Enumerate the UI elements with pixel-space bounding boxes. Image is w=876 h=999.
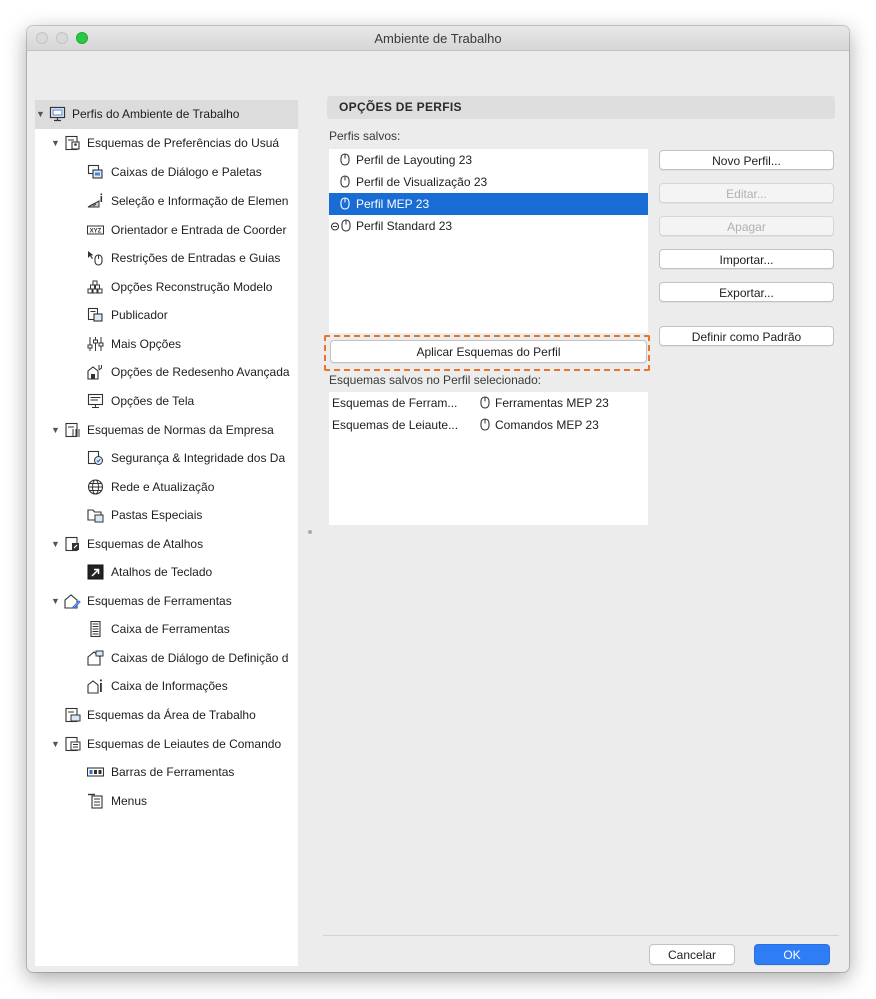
profile-name: Perfil MEP 23 [356, 197, 430, 211]
saved-profiles-label: Perfis salvos: [329, 129, 401, 143]
expand-triangle-icon[interactable]: ▼ [51, 591, 61, 611]
profile-name: Perfil de Layouting 23 [356, 153, 473, 167]
keyboard-shortcut-icon [87, 564, 104, 580]
scheme-value: Ferramentas MEP 23 [495, 396, 609, 410]
rebuild-model-icon [87, 280, 103, 294]
tree-item-label: Esquemas da Área de Trabalho [87, 708, 256, 722]
tree-item-label: Opções de Tela [111, 394, 195, 408]
scheme-type: Esquemas de Leiaute... [332, 418, 459, 432]
tree-item-label: Esquemas de Preferências do Usuá [87, 136, 280, 150]
tree-item-label: Segurança & Integridade dos Da [111, 451, 286, 465]
tree-item-label: Perfis do Ambiente de Trabalho [72, 107, 240, 121]
redraw-icon [87, 365, 102, 380]
delete-profile-button[interactable]: Apagar [659, 216, 834, 236]
tree-item-label: Opções Reconstrução Modelo [111, 280, 273, 294]
toolbar-icon [87, 767, 104, 777]
profile-name: Perfil Standard 23 [356, 219, 453, 233]
scheme-type: Esquemas de Ferram... [332, 396, 458, 410]
tree-item-label: Esquemas de Normas da Empresa [87, 423, 274, 437]
cancel-button[interactable]: Cancelar [649, 944, 735, 965]
tree-item-label: Rede e Atualização [111, 480, 215, 494]
tree-item-label: Esquemas de Leiautes de Comando [87, 737, 282, 751]
scheme-row: Esquemas de Ferram... Ferramentas MEP 23 [329, 392, 648, 414]
sliders-icon [87, 337, 104, 351]
tree-item-label: Caixa de Ferramentas [111, 622, 230, 636]
tree-item-label: Menus [111, 794, 148, 808]
mouse-icon [340, 197, 350, 210]
tree-item-label: Caixas de Diálogo e Paletas [111, 165, 262, 179]
workspace-dialog: Ambiente de Trabalho ▼ Perfis do Ambient… [27, 26, 849, 972]
tree-item-label: Barras de Ferramentas [111, 765, 235, 779]
saved-schemes-label: Esquemas salvos no Perfil selecionado: [329, 373, 542, 387]
tools-icon [64, 594, 81, 609]
tree-item-label: Caixas de Diálogo de Definição d [111, 651, 289, 665]
tree-item-label: Orientador e Entrada de Coorder [111, 223, 287, 237]
profile-list-item[interactable]: Perfil Standard 23 [329, 215, 648, 237]
xyz-icon: XYZ [87, 225, 104, 235]
mouse-icon [340, 175, 350, 188]
mouse-icon [340, 153, 350, 166]
menus-icon [88, 793, 103, 809]
apply-profile-schemes-button[interactable]: Aplicar Esquemas do Perfil [330, 340, 647, 363]
edit-profile-button[interactable]: Editar... [659, 183, 834, 203]
user-prefs-icon [65, 135, 80, 151]
expand-triangle-icon[interactable]: ▼ [36, 104, 46, 124]
profile-monitor-icon [49, 106, 66, 122]
tree-item-label: Pastas Especiais [111, 508, 203, 522]
globe-icon [87, 479, 104, 495]
tool-settings-icon [87, 650, 104, 666]
ok-button[interactable]: OK [754, 944, 830, 965]
tree-item-label: Restrições de Entradas e Guias [111, 251, 281, 265]
tree-item-label: Esquemas de Atalhos [87, 537, 204, 551]
panel-splitter[interactable] [307, 100, 313, 966]
tree-item-label: Opções de Redesenho Avançada [111, 365, 290, 379]
scheme-value: Comandos MEP 23 [495, 418, 599, 432]
tree-item-label: Caixa de Informações [111, 679, 228, 693]
svg-text:XYZ: XYZ [90, 229, 102, 235]
expand-triangle-icon[interactable]: ▼ [51, 734, 61, 754]
tree-item-label: Mais Opções [111, 337, 182, 351]
command-layout-icon [65, 736, 81, 752]
import-profile-button[interactable]: Importar... [659, 249, 834, 269]
expand-triangle-icon[interactable]: ▼ [51, 133, 61, 153]
title-bar: Ambiente de Trabalho [27, 26, 849, 51]
scheme-row: Esquemas de Leiaute... Comandos MEP 23 [329, 414, 648, 436]
selection-info-icon [87, 193, 103, 208]
tree-item-label: Atalhos de Teclado [111, 565, 213, 579]
profile-list-item[interactable]: Perfil de Visualização 23 [329, 171, 648, 193]
mouse-icon [480, 418, 490, 431]
lock-mouse-icon [330, 219, 351, 232]
section-title: OPÇÕES DE PERFIS [327, 96, 835, 119]
profile-list-item-selected[interactable]: Perfil MEP 23 [329, 193, 648, 215]
expand-triangle-icon[interactable]: ▼ [51, 534, 61, 554]
export-profile-button[interactable]: Exportar... [659, 282, 834, 302]
window-title: Ambiente de Trabalho [374, 31, 502, 46]
shortcuts-icon [65, 536, 79, 552]
data-safety-icon [87, 450, 103, 465]
dialog-palette-icon [87, 164, 103, 179]
company-standards-icon [65, 422, 80, 438]
splitter-handle-icon [308, 530, 312, 534]
footer-divider [323, 935, 839, 936]
profile-list-item[interactable]: Perfil de Layouting 23 [329, 149, 648, 171]
work-area-icon [65, 707, 81, 723]
screen-icon [87, 393, 104, 408]
cursor-mouse-icon [88, 251, 103, 266]
profile-name: Perfil de Visualização 23 [356, 175, 488, 189]
mouse-icon [480, 396, 490, 409]
new-profile-button[interactable]: Novo Perfil... [659, 150, 834, 170]
tree-item-label: Publicador [111, 308, 168, 322]
toolbox-icon [90, 621, 101, 637]
publisher-icon [87, 307, 103, 322]
tree-item-label: Esquemas de Ferramentas [87, 594, 232, 608]
set-default-button[interactable]: Definir como Padrão [659, 326, 834, 346]
tree-item-label: Seleção e Informação de Elemen [111, 194, 289, 208]
expand-triangle-icon[interactable]: ▼ [51, 420, 61, 440]
profiles-list[interactable]: Perfil de Layouting 23 Perfil de Visuali… [329, 149, 648, 333]
settings-tree: ▼ Perfis do Ambiente de Trabalho ▼ Esque… [35, 100, 298, 966]
info-box-icon [87, 679, 102, 694]
folder-icon [87, 509, 104, 523]
schemes-list: Esquemas de Ferram... Ferramentas MEP 23… [329, 392, 648, 525]
